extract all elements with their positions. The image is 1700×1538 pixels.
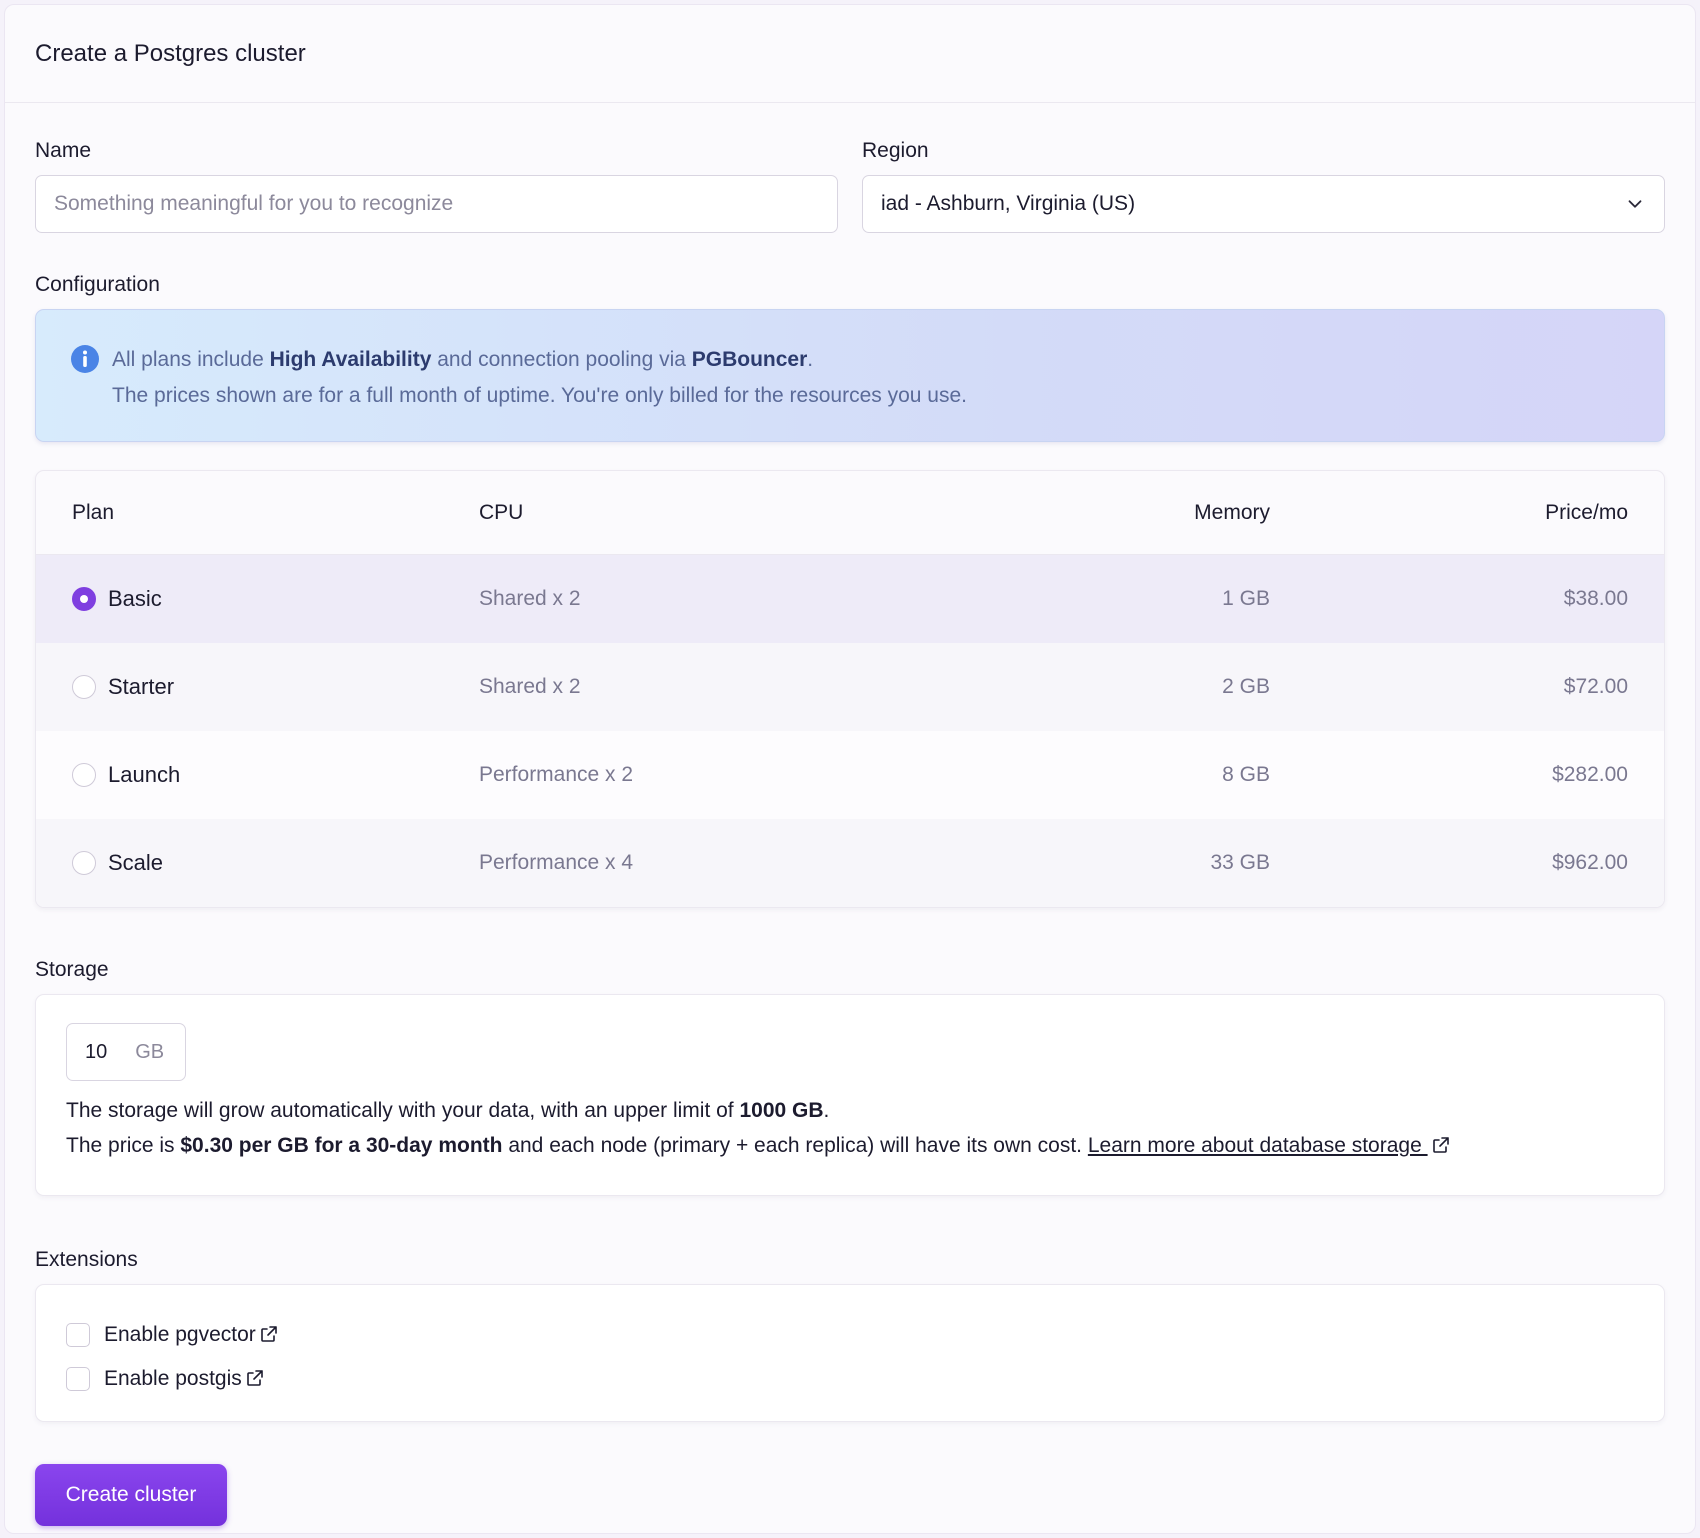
configuration-label: Configuration bbox=[35, 273, 160, 296]
extensions-label: Extensions bbox=[35, 1248, 138, 1271]
storage-text-part: The price is bbox=[66, 1134, 181, 1157]
region-select[interactable]: iad - Ashburn, Virginia (US) bbox=[862, 175, 1665, 233]
region-field-group: Region iad - Ashburn, Virginia (US) bbox=[862, 139, 1665, 233]
storage-label: Storage bbox=[35, 958, 109, 981]
pgvector-label: Enable pgvector bbox=[104, 1323, 256, 1346]
name-input[interactable] bbox=[54, 192, 819, 216]
notice-text-part: and connection pooling via bbox=[431, 348, 692, 371]
plans-info-notice: All plans include High Availability and … bbox=[35, 309, 1665, 442]
plan-cpu: Performance x 2 bbox=[479, 763, 634, 786]
external-link-icon[interactable] bbox=[246, 1369, 264, 1387]
external-link-icon[interactable] bbox=[260, 1325, 278, 1343]
storage-line-2: The price is $0.30 per GB for a 30-day m… bbox=[66, 1128, 1634, 1163]
plan-row-basic[interactable]: Basic Shared x 2 1 GB $38.00 bbox=[36, 555, 1664, 643]
plan-price: $38.00 bbox=[1563, 587, 1628, 610]
pgvector-label-wrap: Enable pgvector bbox=[104, 1323, 278, 1347]
postgis-label-wrap: Enable postgis bbox=[104, 1367, 264, 1391]
storage-section: 10 GB The storage will grow automaticall… bbox=[35, 994, 1665, 1196]
storage-description: The storage will grow automatically with… bbox=[66, 1093, 1634, 1163]
storage-size-unit: GB bbox=[135, 1040, 165, 1063]
plan-name: Scale bbox=[108, 850, 164, 875]
name-label: Name bbox=[35, 139, 92, 162]
plan-row-starter[interactable]: Starter Shared x 2 2 GB $72.00 bbox=[36, 643, 1664, 731]
plans-table-header: Plan CPU Memory Price/mo bbox=[36, 471, 1664, 555]
notice-high-availability: High Availability bbox=[269, 348, 432, 371]
extensions-section: Enable pgvector Enable postgis bbox=[35, 1284, 1665, 1422]
notice-text-part: . bbox=[807, 348, 814, 371]
region-label: Region bbox=[862, 139, 929, 162]
storage-size-input[interactable]: 10 GB bbox=[66, 1023, 186, 1081]
plan-name-cell: Scale bbox=[72, 850, 479, 876]
notice-line-1: All plans include High Availability and … bbox=[112, 342, 967, 378]
create-cluster-button[interactable]: Create cluster bbox=[35, 1464, 227, 1526]
plan-name: Basic bbox=[108, 586, 162, 611]
storage-text-part: The storage will grow automatically with… bbox=[66, 1099, 740, 1122]
postgis-checkbox[interactable] bbox=[66, 1367, 90, 1391]
name-region-row: Name Region iad - Ashburn, Virginia (US) bbox=[35, 139, 1665, 233]
plan-memory: 8 GB bbox=[1222, 763, 1270, 786]
plan-row-scale[interactable]: Scale Performance x 4 33 GB $962.00 bbox=[36, 819, 1664, 907]
plan-name: Starter bbox=[108, 674, 175, 699]
plan-memory: 2 GB bbox=[1222, 675, 1270, 698]
column-header-price: Price/mo bbox=[1545, 500, 1628, 524]
plan-name-cell: Launch bbox=[72, 762, 479, 788]
plan-radio-launch[interactable] bbox=[72, 763, 96, 787]
storage-price: $0.30 per GB for a 30-day month bbox=[180, 1134, 503, 1157]
plan-name: Launch bbox=[108, 762, 181, 787]
notice-line-2: The prices shown are for a full month of… bbox=[112, 384, 967, 407]
plan-cpu: Shared x 2 bbox=[479, 675, 581, 698]
chevron-down-icon bbox=[1628, 200, 1642, 208]
plan-memory: 1 GB bbox=[1222, 587, 1270, 610]
page-title: Create a Postgres cluster bbox=[35, 39, 306, 67]
learn-more-link-text: Learn more about database storage bbox=[1087, 1134, 1428, 1157]
column-header-memory: Memory bbox=[1194, 500, 1270, 524]
pgvector-checkbox[interactable] bbox=[66, 1323, 90, 1347]
region-selected-value: iad - Ashburn, Virginia (US) bbox=[881, 192, 1136, 215]
plan-memory: 33 GB bbox=[1210, 851, 1270, 874]
plan-name-cell: Basic bbox=[72, 586, 479, 612]
storage-text-part: . bbox=[823, 1099, 830, 1122]
plan-cpu: Shared x 2 bbox=[479, 587, 581, 610]
external-link-icon bbox=[1432, 1137, 1449, 1153]
learn-more-storage-link[interactable]: Learn more about database storage bbox=[1088, 1134, 1450, 1157]
notice-text: All plans include High Availability and … bbox=[112, 342, 967, 409]
storage-line-1: The storage will grow automatically with… bbox=[66, 1093, 1634, 1128]
plan-price: $962.00 bbox=[1552, 851, 1628, 874]
plan-radio-starter[interactable] bbox=[72, 675, 96, 699]
storage-text-part: and each node (primary + each replica) w… bbox=[502, 1134, 1088, 1157]
storage-size-value: 10 bbox=[85, 1040, 108, 1063]
name-input-wrapper bbox=[35, 175, 838, 233]
create-cluster-card: Create a Postgres cluster Name Region ia… bbox=[4, 4, 1696, 1534]
plans-table: Plan CPU Memory Price/mo Basic Shared x … bbox=[35, 470, 1665, 908]
notice-text-part: All plans include bbox=[112, 348, 270, 371]
pgvector-option[interactable]: Enable pgvector bbox=[66, 1317, 1634, 1353]
form-body: Name Region iad - Ashburn, Virginia (US)… bbox=[5, 139, 1695, 1526]
plan-row-launch[interactable]: Launch Performance x 2 8 GB $282.00 bbox=[36, 731, 1664, 819]
column-header-cpu: CPU bbox=[479, 500, 524, 524]
postgis-option[interactable]: Enable postgis bbox=[66, 1361, 1634, 1397]
plan-price: $282.00 bbox=[1552, 763, 1628, 786]
name-field-group: Name bbox=[35, 139, 838, 233]
plan-price: $72.00 bbox=[1563, 675, 1628, 698]
notice-pgbouncer: PGBouncer bbox=[691, 348, 808, 371]
column-header-plan: Plan bbox=[72, 500, 115, 524]
card-header: Create a Postgres cluster bbox=[5, 5, 1695, 103]
storage-upper-limit: 1000 GB bbox=[739, 1099, 824, 1122]
info-icon bbox=[71, 345, 99, 373]
postgis-label: Enable postgis bbox=[104, 1367, 242, 1390]
plan-radio-scale[interactable] bbox=[72, 851, 96, 875]
plan-cpu: Performance x 4 bbox=[479, 851, 634, 874]
plan-radio-basic[interactable] bbox=[72, 587, 96, 611]
plan-name-cell: Starter bbox=[72, 674, 479, 700]
